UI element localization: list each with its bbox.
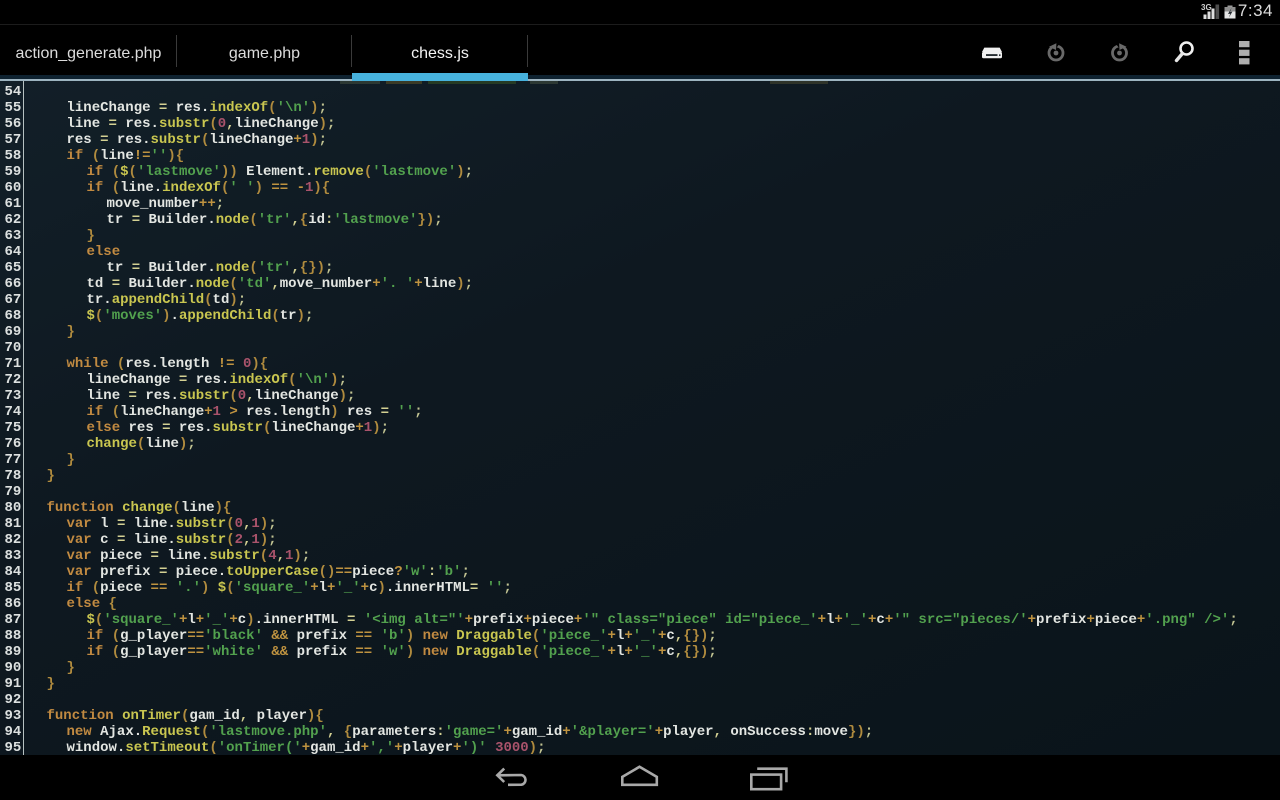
svg-text:3G: 3G <box>1201 3 1212 12</box>
